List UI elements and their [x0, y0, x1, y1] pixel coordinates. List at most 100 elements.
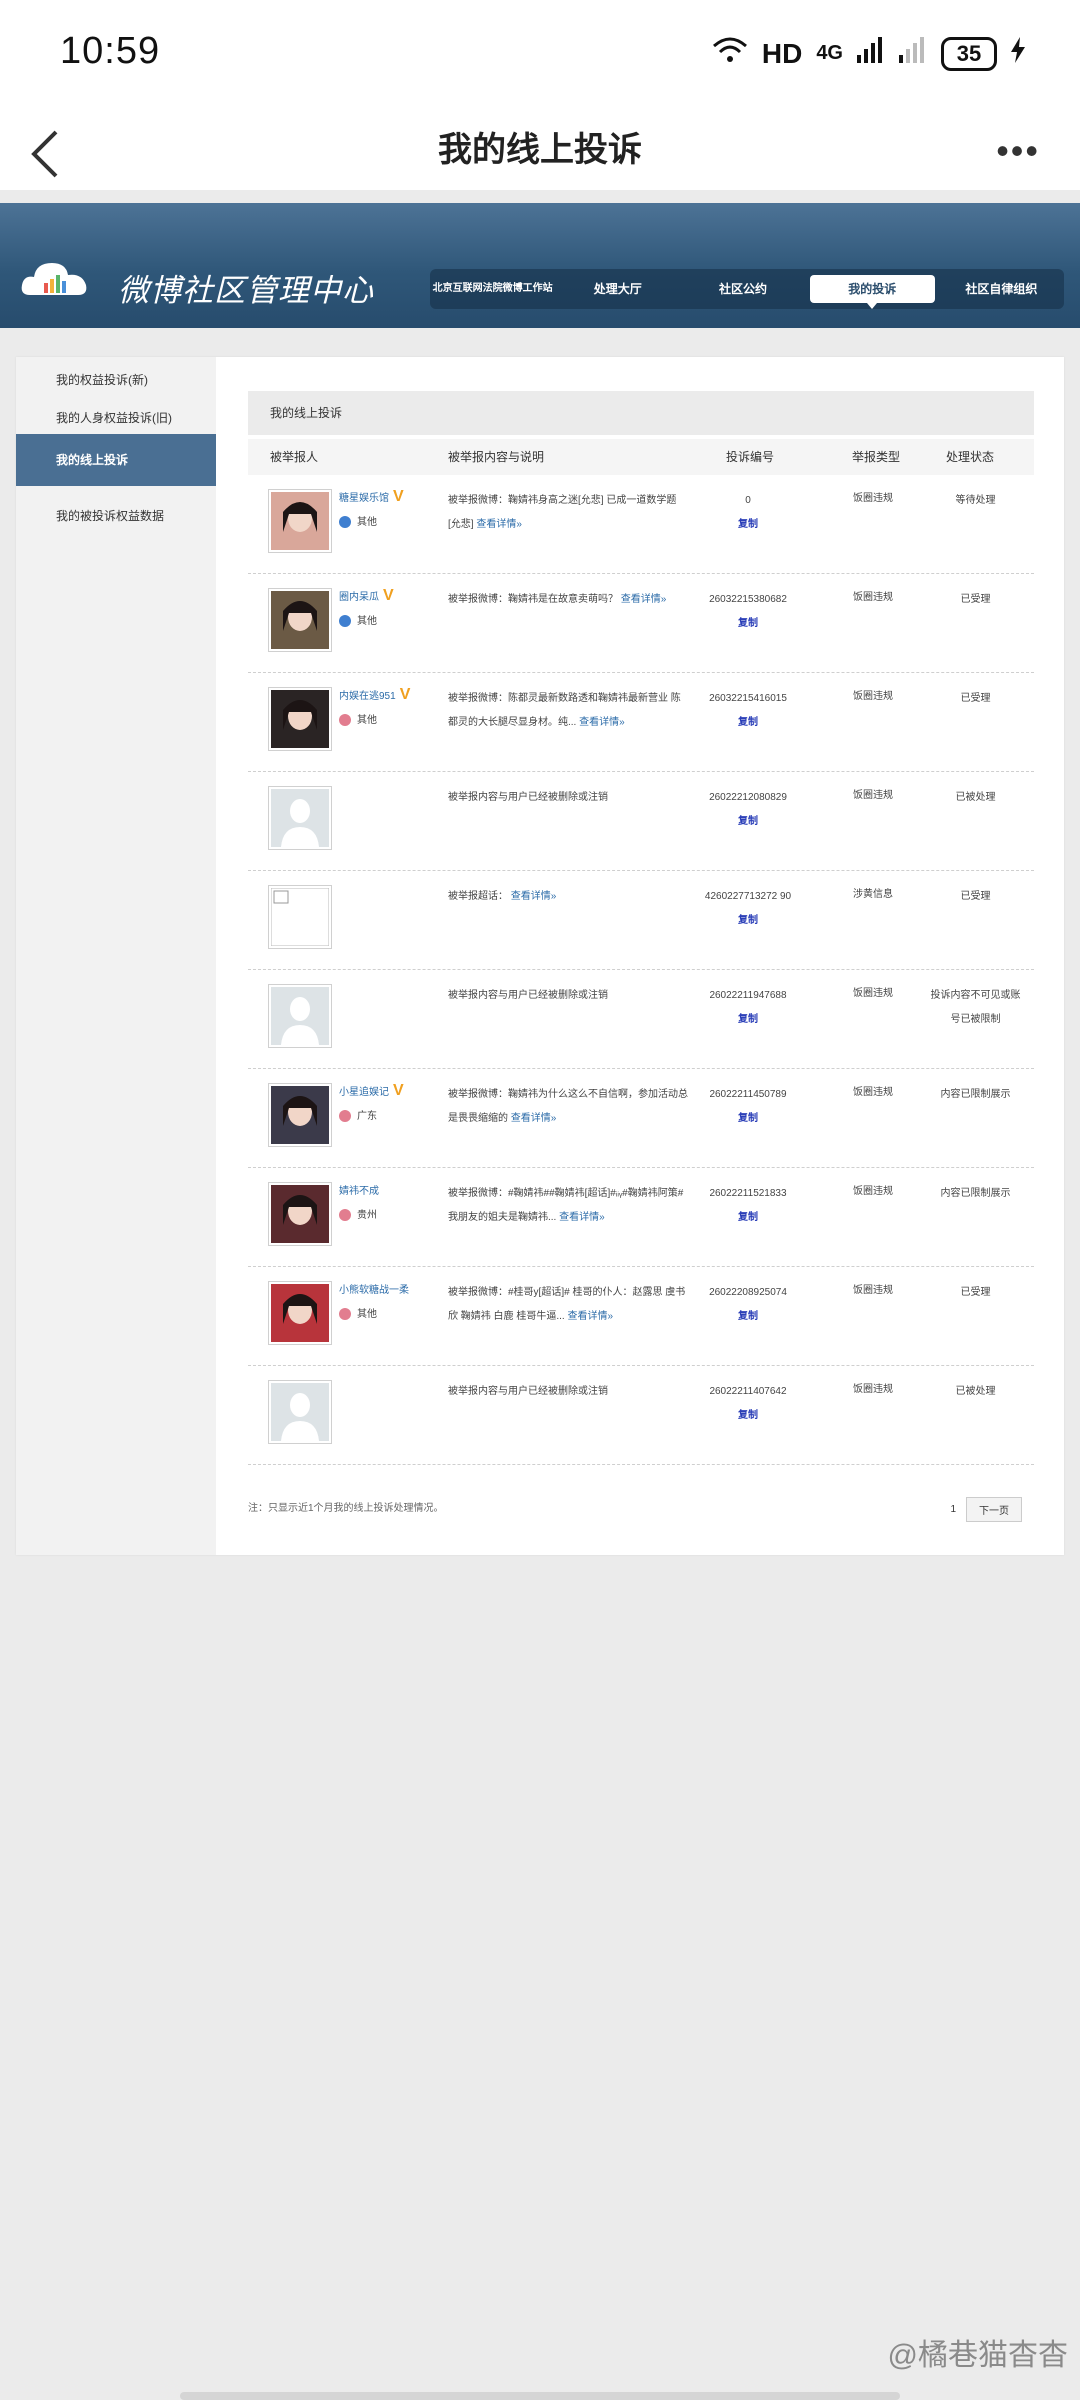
view-details-link[interactable]: 查看详情»: [476, 519, 522, 530]
table-header: 被举报人 被举报内容与说明 投诉编号 举报类型 处理状态: [248, 439, 1034, 475]
copy-button[interactable]: 复制: [738, 1113, 758, 1124]
avatar[interactable]: [268, 984, 332, 1048]
avatar[interactable]: [268, 588, 332, 652]
table-row: 被举报内容与用户已经被删除或注销 26022211407642 复制 饭圈违规 已被处…: [248, 1366, 1034, 1465]
view-details-link[interactable]: 查看详情»: [559, 1212, 605, 1223]
nav-hall[interactable]: 处理大厅: [555, 282, 680, 296]
avatar[interactable]: [268, 1281, 332, 1345]
table-row: 婧祎不成贵州 被举报微博：#鞠婧祎##鞠婧祎[超话]#ᵢᵢᵧ#鞠婧祎阿策# 我朋友…: [248, 1168, 1034, 1267]
nav-beijing-court[interactable]: 北京互联网法院微博工作站: [430, 282, 555, 296]
copy-button[interactable]: 复制: [738, 1311, 758, 1322]
copy-button[interactable]: 复制: [738, 717, 758, 728]
brand-title: 微博社区管理中心: [118, 273, 374, 308]
sidebar-item-rights-new[interactable]: 我的权益投诉(新): [16, 365, 216, 395]
nav-convention[interactable]: 社区公约: [680, 282, 805, 296]
avatar[interactable]: [268, 1182, 332, 1246]
view-details-link[interactable]: 查看详情»: [621, 594, 667, 605]
reported-user-name[interactable]: 圈内呆瓜 V: [339, 588, 394, 604]
complaint-id-text: 0: [745, 495, 751, 506]
copy-button[interactable]: 复制: [738, 816, 758, 827]
header-complaint-id: 投诉编号: [726, 450, 775, 464]
avatar[interactable]: [268, 1083, 332, 1147]
user-name-text[interactable]: 小星追娱记: [339, 1087, 389, 1098]
copy-button[interactable]: 复制: [738, 519, 758, 530]
cloud-logo-icon: [20, 255, 92, 301]
view-details-link[interactable]: 查看详情»: [511, 1113, 557, 1124]
sidebar: 我的权益投诉(新) 我的人身权益投诉(旧) 我的线上投诉 我的被投诉权益数据: [16, 357, 216, 1555]
description-text: 被举报内容与用户已经被删除或注销: [448, 1386, 608, 1397]
complaint-description: 被举报内容与用户已经被删除或注销: [448, 984, 688, 1008]
reported-user-name[interactable]: 小星追娱记 V: [339, 1083, 404, 1099]
report-type: 饭圈违规: [853, 1285, 893, 1296]
nav-my-complaints[interactable]: 我的投诉: [809, 275, 935, 309]
complaint-id-text: 26022211450789: [709, 1089, 787, 1100]
female-user-icon: [339, 1110, 351, 1123]
female-user-icon: [339, 1209, 351, 1222]
report-type: 饭圈违规: [853, 1384, 893, 1395]
header-reported-user: 被举报人: [270, 450, 319, 464]
table-row: 内娱在逃951 V 其他 被举报微博：陈都灵最新数路透和鞠婧祎最新营业 陈都灵的大长腿…: [248, 673, 1034, 772]
reported-user-name[interactable]: 糖星娱乐馆 V: [339, 489, 404, 505]
status-badge: 已受理: [960, 891, 991, 902]
user-location: 其他: [339, 711, 377, 727]
next-page-button[interactable]: 下一页: [966, 1497, 1022, 1522]
weibo-banner: 微博社区管理中心 北京互联网法院微博工作站 处理大厅 社区公约 我的投诉 社区自…: [0, 203, 1080, 328]
status-badge: 投诉内容不可见或账号已被限制: [930, 990, 1021, 1025]
more-icon[interactable]: •••: [996, 130, 1040, 172]
battery-icon: 35: [941, 36, 997, 71]
avatar[interactable]: [268, 786, 332, 850]
status-badge: 等待处理: [955, 495, 996, 506]
wifi-icon: [712, 36, 748, 71]
report-type: 饭圈违规: [853, 790, 893, 801]
location-text: 其他: [357, 715, 377, 726]
user-location: 贵州: [339, 1206, 377, 1222]
signal-icon: [857, 37, 885, 70]
user-name-text[interactable]: 婧祎不成: [339, 1186, 379, 1197]
complaint-id: 26022212080829 复制: [688, 786, 808, 834]
complaint-id-text: 26032215380682: [709, 594, 787, 605]
complaint-description: 被举报微博：#鞠婧祎##鞠婧祎[超话]#ᵢᵢᵧ#鞠婧祎阿策# 我朋友的姐夫是鞠婧…: [448, 1182, 688, 1230]
sidebar-item-personal-rights-old[interactable]: 我的人身权益投诉(旧): [16, 403, 216, 433]
status-badge: 已被处理: [955, 792, 996, 803]
status-badge: 内容已限制展示: [940, 1089, 1011, 1100]
user-name-text[interactable]: 糖星娱乐馆: [339, 493, 389, 504]
sidebar-item-complained-data[interactable]: 我的被投诉权益数据: [16, 501, 216, 531]
avatar[interactable]: [268, 489, 332, 553]
user-location: 广东: [339, 1107, 377, 1123]
complaint-id: 26022211947688 复制: [688, 984, 808, 1032]
user-name-text[interactable]: 小熊软糖战一柔: [339, 1285, 409, 1296]
user-name-text[interactable]: 圈内呆瓜: [339, 592, 379, 603]
table-row: 被举报内容与用户已经被删除或注销 26022211947688 复制 饭圈违规 投诉内…: [248, 970, 1034, 1069]
view-details-link[interactable]: 查看详情»: [511, 891, 557, 902]
reported-user-name[interactable]: 内娱在逃951 V: [339, 686, 411, 703]
home-indicator[interactable]: [180, 2392, 900, 2400]
copy-button[interactable]: 复制: [738, 618, 758, 629]
header-status: 处理状态: [946, 450, 995, 464]
avatar[interactable]: [268, 687, 332, 751]
sidebar-item-online-complaints[interactable]: 我的线上投诉: [16, 434, 216, 486]
copy-button[interactable]: 复制: [738, 915, 758, 926]
location-text: 其他: [357, 517, 377, 528]
reported-user-name[interactable]: 小熊软糖战一柔: [339, 1281, 409, 1296]
verified-v-icon: V: [399, 686, 411, 703]
copy-button[interactable]: 复制: [738, 1410, 758, 1421]
avatar[interactable]: [268, 1380, 332, 1444]
reported-user-name[interactable]: 婧祎不成: [339, 1182, 379, 1197]
description-text: 被举报微博：鞠婧祎为什么这么不自信啊，参加活动总是畏畏缩缩的: [448, 1089, 688, 1124]
avatar[interactable]: [268, 885, 332, 949]
report-type: 饭圈违规: [853, 493, 893, 504]
top-nav: 北京互联网法院微博工作站 处理大厅 社区公约 我的投诉 社区自律组织: [430, 269, 1064, 309]
nav-self-discipline[interactable]: 社区自律组织: [939, 282, 1064, 296]
copy-button[interactable]: 复制: [738, 1014, 758, 1025]
view-details-link[interactable]: 查看详情»: [579, 717, 625, 728]
female-user-icon: [339, 1308, 351, 1321]
user-name-text[interactable]: 内娱在逃951: [339, 691, 396, 702]
report-type: 饭圈违规: [853, 1087, 893, 1098]
app-header: 我的线上投诉 •••: [0, 110, 1080, 190]
copy-button[interactable]: 复制: [738, 1212, 758, 1223]
complaint-description: 被举报微博：鞠婧祎身高之迷[允悲] 已成一道数学题[允悲] 查看详情»: [448, 489, 688, 537]
view-details-link[interactable]: 查看详情»: [567, 1311, 613, 1322]
status-bar: 10:59 HD 4G 35: [0, 0, 1080, 110]
page-number[interactable]: 1: [950, 1504, 956, 1515]
location-text: 其他: [357, 1309, 377, 1320]
